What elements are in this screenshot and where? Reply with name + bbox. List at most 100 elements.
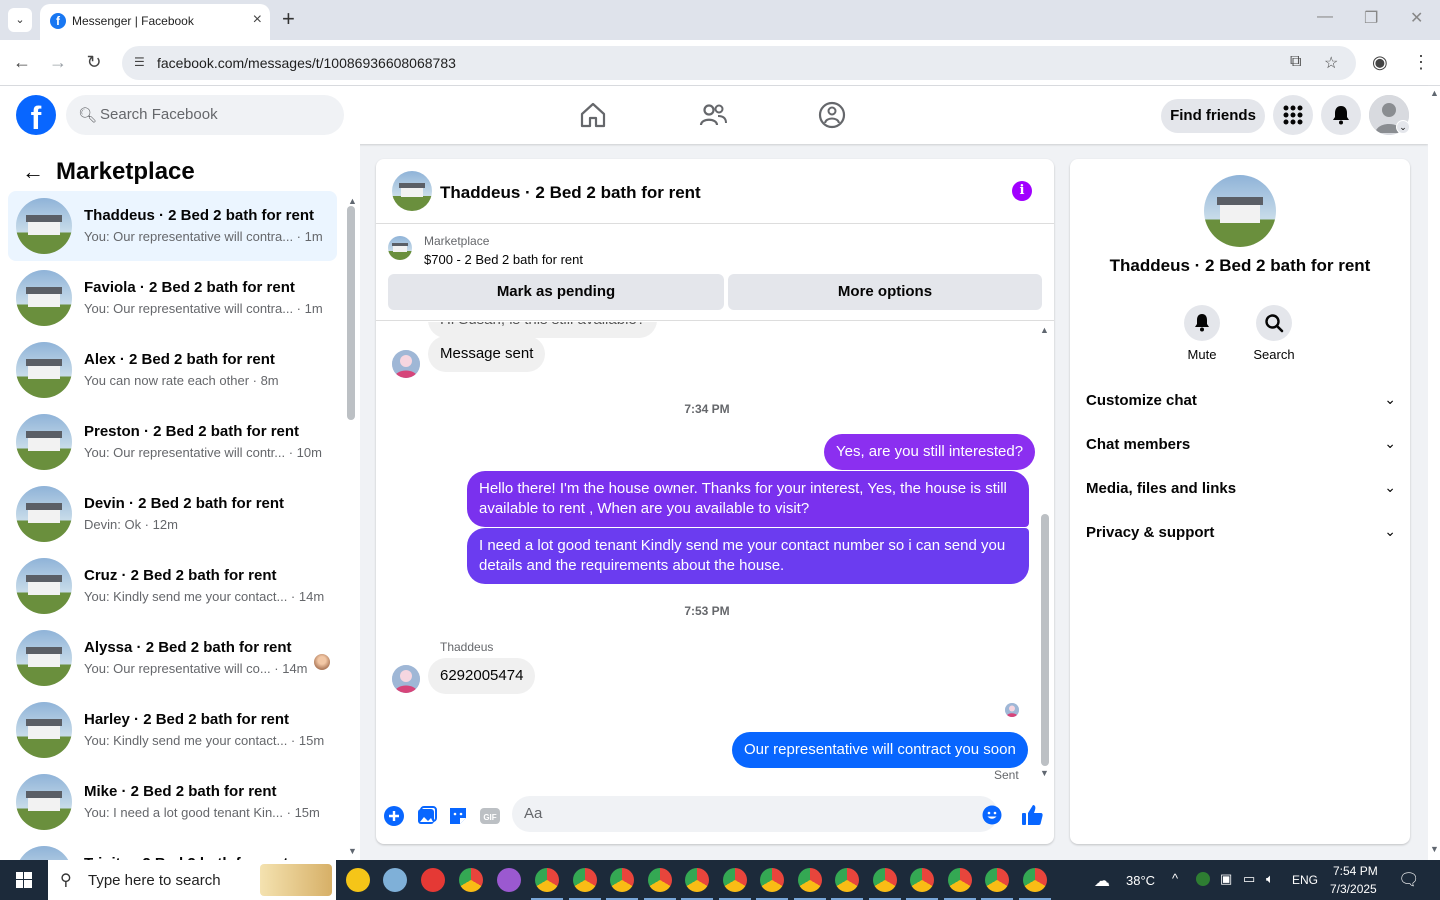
notification-center-icon[interactable]: 🗨︎	[1398, 870, 1420, 890]
conversation-item[interactable]: Alex · 2 Bed 2 bath for rent You can now …	[8, 335, 337, 405]
contact-avatar[interactable]	[392, 665, 420, 693]
bookmark-star-icon[interactable]: ☆	[1324, 53, 1338, 73]
search-conversation-button[interactable]: Search	[1244, 305, 1304, 362]
friends-icon[interactable]	[698, 100, 728, 130]
conversation-item[interactable]: Devin · 2 Bed 2 bath for rent Devin: Ok ·…	[8, 479, 337, 549]
meet-now-icon[interactable]: ▣	[1220, 871, 1232, 887]
sidebar-scroll-thumb[interactable]	[347, 206, 355, 420]
mark-as-pending-button[interactable]: Mark as pending	[388, 274, 724, 310]
info-icon[interactable]: i	[1012, 181, 1032, 201]
new-tab-icon[interactable]: +	[282, 8, 295, 30]
conversation-item[interactable]: Preston · 2 Bed 2 bath for rent You: Our …	[8, 407, 337, 477]
close-window-icon[interactable]: ✕	[1410, 8, 1423, 28]
chrome-window-icon[interactable]	[535, 868, 559, 892]
install-app-icon[interactable]: ⧉	[1290, 53, 1301, 71]
chat-title[interactable]: Thaddeus · 2 Bed 2 bath for rent	[440, 183, 701, 203]
message-input[interactable]: Aa	[512, 796, 1002, 832]
clock-time[interactable]: 7:54 PM	[1333, 864, 1378, 878]
facebook-logo-icon[interactable]: f	[16, 95, 56, 135]
chat-scroll-up-icon[interactable]: ▲	[1040, 325, 1049, 335]
chat-panel: Thaddeus · 2 Bed 2 bath for rent i Marke…	[376, 159, 1054, 844]
conversation-item[interactable]: Alyssa · 2 Bed 2 bath for rent You: Our r…	[8, 623, 337, 693]
groups-icon[interactable]	[817, 100, 847, 130]
chat-scroll-thumb[interactable]	[1041, 514, 1049, 766]
chrome-profile-icon[interactable]	[459, 868, 483, 892]
chrome-window-icon[interactable]	[835, 868, 859, 892]
listing-title[interactable]: $700 - 2 Bed 2 bath for rent	[424, 252, 583, 267]
browser-tab[interactable]: f Messenger | Facebook ×	[40, 4, 270, 40]
customize-chat-section[interactable]: Customize chat ⌄	[1086, 381, 1396, 421]
privacy-support-section[interactable]: Privacy & support ⌄	[1086, 513, 1396, 553]
more-options-button[interactable]: More options	[728, 274, 1042, 310]
facebook-search-input[interactable]: 🔍︎ Search Facebook	[66, 95, 344, 135]
menu-grid-icon[interactable]	[1273, 95, 1313, 135]
taskbar-search-input[interactable]: ⚲ Type here to search	[48, 860, 336, 900]
conversation-item[interactable]: Cruz · 2 Bed 2 bath for rent You: Kindly …	[8, 551, 337, 621]
chat-scroll-down-icon[interactable]: ▼	[1040, 768, 1049, 778]
back-icon[interactable]: ←	[11, 52, 33, 73]
mute-button[interactable]: Mute	[1172, 305, 1232, 362]
url-text[interactable]: facebook.com/messages/t/1008693660806878…	[157, 55, 456, 71]
chrome-window-icon[interactable]	[985, 868, 1009, 892]
account-chevron-icon[interactable]: ⌄	[1396, 120, 1410, 134]
details-avatar[interactable]	[1204, 175, 1276, 247]
chrome-window-icon[interactable]	[647, 868, 672, 892]
chrome-window-icon[interactable]	[1022, 868, 1047, 892]
conversation-item[interactable]: Trinity · 2 Bed 2 bath for rent	[8, 839, 337, 860]
conversation-item[interactable]: Mike · 2 Bed 2 bath for rent You: I need …	[8, 767, 337, 837]
find-friends-button[interactable]: Find friends	[1161, 99, 1265, 133]
restore-icon[interactable]: ❐	[1364, 8, 1378, 28]
minimize-icon[interactable]: —	[1317, 8, 1333, 26]
edge-app-icon[interactable]	[497, 868, 521, 892]
chrome-window-icon[interactable]	[872, 868, 897, 892]
file-explorer-icon[interactable]	[346, 868, 370, 892]
tray-app-icon[interactable]	[1196, 872, 1210, 886]
weather-temp[interactable]: 38°C	[1126, 873, 1155, 888]
chrome-window-icon[interactable]	[760, 868, 784, 892]
gif-icon[interactable]: GIF	[479, 805, 501, 827]
tab-title: Messenger | Facebook	[72, 14, 194, 28]
media-files-links-section[interactable]: Media, files and links ⌄	[1086, 469, 1396, 509]
chat-avatar[interactable]	[392, 171, 432, 211]
page-scrollbar[interactable]: ▲ ▼	[1428, 86, 1440, 860]
conversation-item[interactable]: Faviola · 2 Bed 2 bath for rent You: Our …	[8, 263, 337, 333]
plus-icon[interactable]	[383, 805, 405, 827]
notifications-bell-icon[interactable]	[1321, 95, 1361, 135]
reload-icon[interactable]: ↻	[83, 52, 105, 73]
sticker-icon[interactable]	[447, 805, 469, 827]
volume-icon[interactable]: 🔈︎	[1266, 871, 1274, 887]
chrome-window-icon[interactable]	[572, 868, 597, 892]
photo-icon[interactable]	[416, 805, 438, 827]
profile-icon[interactable]: ◉	[1372, 52, 1388, 73]
contact-avatar[interactable]	[392, 350, 420, 378]
forward-icon[interactable]: →	[47, 52, 69, 73]
chrome-window-icon[interactable]	[910, 868, 934, 892]
chrome-window-icon[interactable]	[797, 868, 822, 892]
details-title: Thaddeus · 2 Bed 2 bath for rent	[1109, 256, 1371, 275]
chrome-window-icon[interactable]	[722, 868, 747, 892]
brave-browser-icon[interactable]	[421, 868, 445, 892]
windows-start-icon[interactable]	[0, 860, 48, 900]
chat-members-section[interactable]: Chat members ⌄	[1086, 425, 1396, 465]
home-icon[interactable]	[578, 100, 608, 130]
emoji-icon[interactable]	[982, 805, 1002, 825]
close-tab-icon[interactable]: ×	[253, 11, 262, 29]
chrome-window-icon[interactable]	[685, 868, 709, 892]
paint-app-icon[interactable]	[383, 868, 407, 892]
chrome-window-icon[interactable]	[947, 868, 972, 892]
like-thumb-icon[interactable]	[1020, 803, 1044, 827]
tray-expand-icon[interactable]: ^	[1172, 871, 1178, 886]
omnibox[interactable]: ☰ facebook.com/messages/t/10086936608068…	[122, 46, 1356, 80]
conversation-item[interactable]: Harley · 2 Bed 2 bath for rent You: Kindl…	[8, 695, 337, 765]
back-arrow-icon[interactable]: ←	[22, 159, 44, 185]
tab-search-icon[interactable]: ⌄	[8, 8, 32, 32]
conversation-item[interactable]: Thaddeus · 2 Bed 2 bath for rent You: Our…	[8, 191, 337, 261]
menu-dots-icon[interactable]: ⋮	[1412, 52, 1430, 73]
language-indicator[interactable]: ENG	[1292, 873, 1318, 887]
site-info-icon[interactable]: ☰	[134, 55, 150, 71]
network-icon[interactable]: ▭	[1243, 871, 1255, 887]
clock-date[interactable]: 7/3/2025	[1330, 882, 1377, 896]
weather-icon[interactable]: ☁	[1094, 871, 1110, 891]
listing-thumbnail[interactable]	[388, 236, 412, 260]
chrome-window-icon[interactable]	[610, 868, 634, 892]
